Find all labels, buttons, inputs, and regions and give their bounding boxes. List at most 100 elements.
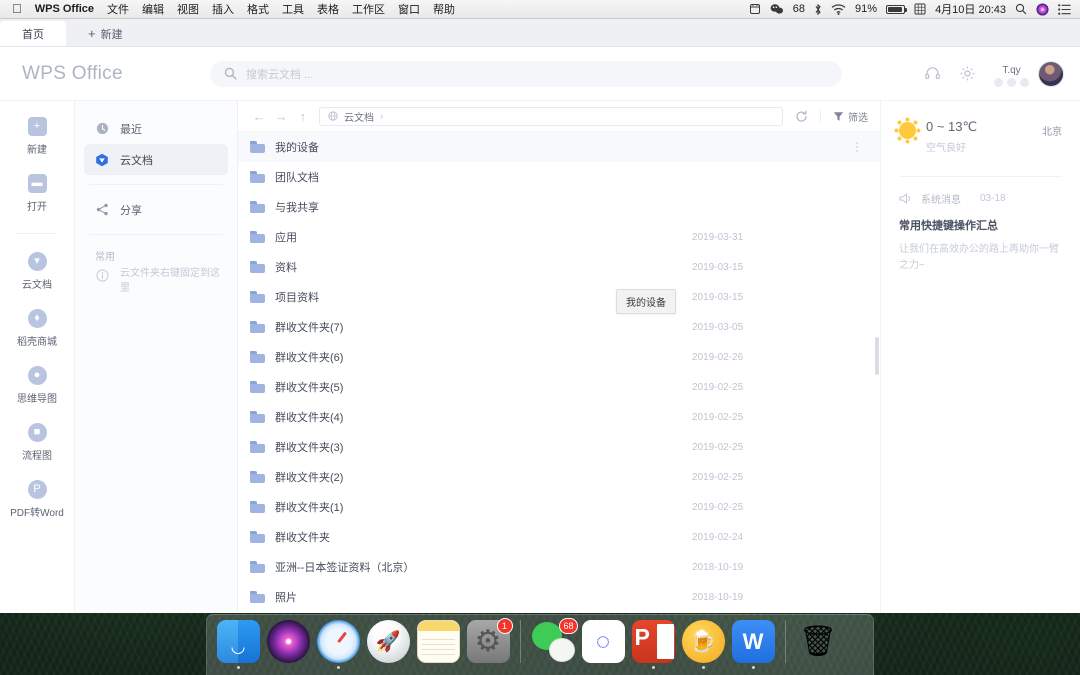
wechat-icon[interactable] [770,3,784,15]
dock-item-launchpad[interactable] [365,620,411,670]
dock-item-finder[interactable] [215,620,261,670]
table-row[interactable]: 群收文件夹(1)2019-02-25 [238,492,880,522]
sidebar-item-share[interactable]: 分享 [84,194,228,225]
table-row[interactable]: 群收文件夹(4)2019-02-25 [238,402,880,432]
dock-item-powerpoint[interactable] [630,620,676,670]
table-row[interactable]: 我的设备 [238,132,880,162]
user-area[interactable]: T.qy [994,61,1064,87]
arrow-up-icon[interactable]: ↑ [292,109,314,124]
headset-icon[interactable] [924,65,941,82]
file-list[interactable]: 我的设备团队文档与我共享应用2019-03-31资料2019-03-15项目资料… [238,132,880,613]
sidebar-item-cloud[interactable]: 云文档 [84,144,228,175]
dock-item-trash[interactable] [795,620,841,670]
menu-item-file[interactable]: 文件 [107,1,129,17]
file-date: 2019-02-25 [692,472,784,483]
breadcrumb-label[interactable]: 云文档 [344,109,374,124]
menu-item-help[interactable]: 帮助 [433,1,455,17]
nav-divider-2 [89,234,223,235]
dock-item-wechat[interactable]: 68 [530,620,576,670]
dock-item-notes[interactable] [415,620,461,670]
wechat-icon: 68 [532,620,575,663]
menu-item-format[interactable]: 格式 [247,1,269,17]
nav-panel: 最近 云文档 分享 常用 云文件夹右键固定到这里 [75,101,238,613]
menu-item-workspace[interactable]: 工作区 [352,1,385,17]
rail-item-open[interactable]: ▬ 打开 [0,174,75,213]
rail-item-new[interactable]: + 新建 [0,117,75,156]
rail-item-cloud[interactable]: ▾ 云文档 [0,252,75,291]
search-input[interactable]: 搜索云文档 ... [210,61,842,87]
file-name: 群收文件夹(6) [275,349,692,365]
file-name: 照片 [275,589,692,605]
calendar-icon[interactable] [749,3,761,15]
table-row[interactable]: 群收文件夹2019-02-24 [238,522,880,552]
menu-item-edit[interactable]: 编辑 [142,1,164,17]
brand-title: WPS Office [0,63,210,85]
vertical-scrollbar[interactable] [875,337,879,375]
row-more-menu-icon[interactable] [856,142,858,152]
dock-item-system-preferences[interactable]: 1 [465,620,511,670]
dock-divider-2 [785,620,786,663]
wps-office-icon [732,620,775,663]
dock-item-siri[interactable] [265,620,311,670]
sidebar-item-recent[interactable]: 最近 [84,113,228,144]
file-name: 我的设备 [275,139,692,155]
tab-new[interactable]: + 新建 [66,21,145,46]
running-indicator [817,666,820,669]
folder-icon [250,501,265,513]
menu-item-tools[interactable]: 工具 [282,1,304,17]
dock-item-beer-app[interactable] [680,620,726,670]
rail-label-flowchart: 流程图 [22,447,52,462]
refresh-icon[interactable] [795,110,808,123]
tab-strip: 首页 + 新建 [0,19,1080,47]
table-row[interactable]: 应用2019-03-31 [238,222,880,252]
dock-item-wps-office[interactable] [730,620,776,670]
menu-item-view[interactable]: 视图 [177,1,199,17]
rail-item-pdf2word[interactable]: P PDF转Word [0,480,75,519]
rail-item-mindmap[interactable]: ● 思维导图 [0,366,75,405]
table-row[interactable]: 群收文件夹(6)2019-02-26 [238,342,880,372]
sidebar-label-cloud: 云文档 [120,152,153,168]
file-date: 2019-02-25 [692,442,784,453]
table-row[interactable]: 照片2018-10-19 [238,582,880,612]
running-indicator [437,666,440,669]
control-center-list-icon[interactable] [1058,4,1071,15]
siri-icon[interactable] [1036,3,1049,16]
avatar[interactable] [1038,61,1064,87]
input-method-icon[interactable] [914,3,926,15]
folder-icon [250,201,265,213]
table-row[interactable]: 资料2019-03-15 [238,252,880,282]
arrow-right-icon[interactable]: → [270,109,292,124]
rail-item-store[interactable]: ♦ 稻壳商城 [0,309,75,348]
menu-item-table[interactable]: 表格 [317,1,339,17]
wifi-icon[interactable] [831,4,846,15]
table-row[interactable]: 群收文件夹(7)2019-03-05 [238,312,880,342]
system-message-title[interactable]: 常用快捷键操作汇总 [899,217,1062,233]
dock-item-baidu-netdisk[interactable] [580,620,626,670]
table-row[interactable]: 项目资料2019-03-15 [238,282,880,312]
dock-item-safari[interactable] [315,620,361,670]
menu-item-window[interactable]: 窗口 [398,1,420,17]
menu-app-name[interactable]: WPS Office [35,3,94,15]
breadcrumb[interactable]: 云文档 › [319,107,783,126]
table-row[interactable]: 与我共享 [238,192,880,222]
menu-item-insert[interactable]: 插入 [212,1,234,17]
rail-label-store: 稻壳商城 [17,333,57,348]
table-row[interactable]: 团队文档 [238,162,880,192]
tab-home[interactable]: 首页 [0,21,66,46]
trash-icon [797,620,840,663]
table-row[interactable]: 亚洲--日本签证资料（北京）2018-10-19 [238,552,880,582]
apple-logo-icon[interactable]:  [12,2,22,15]
table-row[interactable]: 群收文件夹(2)2019-02-25 [238,462,880,492]
gear-icon[interactable] [959,65,976,82]
rail-item-flowchart[interactable]: ■ 流程图 [0,423,75,462]
table-row[interactable]: 群收文件夹(3)2019-02-25 [238,432,880,462]
bluetooth-icon[interactable] [814,3,822,16]
file-name: 群收文件夹(7) [275,319,692,335]
battery-icon[interactable] [886,5,905,14]
filter-button[interactable]: 筛选 [833,109,868,124]
table-row[interactable]: 群收文件夹(5)2019-02-25 [238,372,880,402]
arrow-left-icon[interactable]: ← [248,109,270,124]
folder-icon [250,531,265,543]
folder-icon [250,141,265,153]
search-icon[interactable] [1015,3,1027,15]
